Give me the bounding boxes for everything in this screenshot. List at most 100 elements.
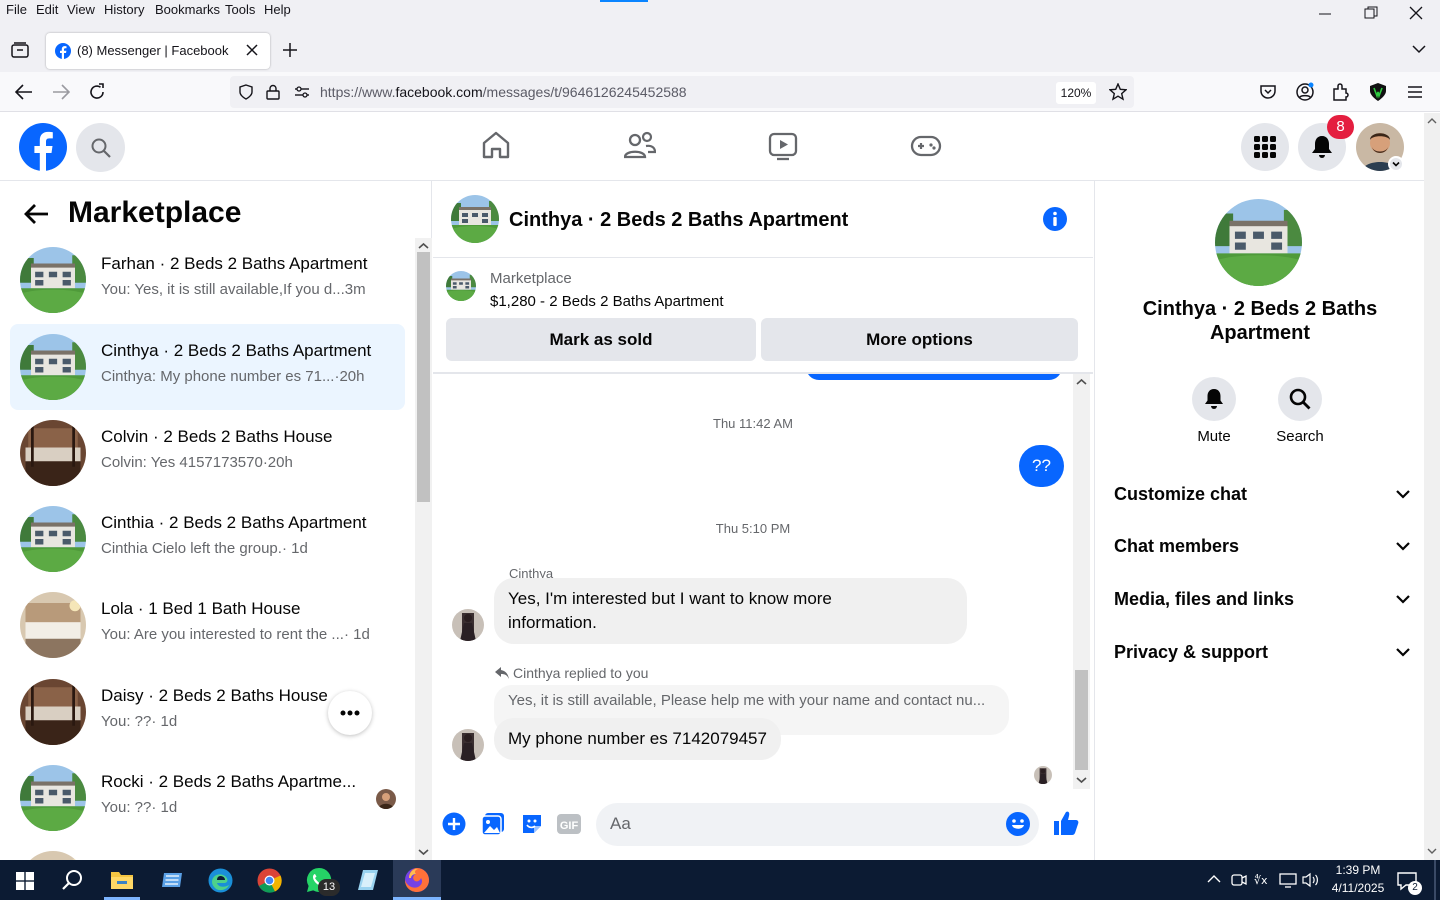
thread-scrollbar[interactable] — [1073, 374, 1090, 789]
account-icon[interactable] — [1295, 82, 1315, 102]
app-icon[interactable] — [357, 869, 379, 891]
show-desktop[interactable] — [1434, 860, 1436, 900]
minimize-icon[interactable] — [1318, 6, 1332, 20]
message-input[interactable]: Aa — [596, 803, 1039, 846]
chrome-icon[interactable] — [257, 868, 282, 893]
menu-history[interactable]: History — [104, 2, 144, 17]
conversation-item[interactable]: Cinthya · 2 Beds 2 Baths Apartment Cinthy… — [10, 324, 405, 410]
mark-as-sold-button[interactable]: Mark as sold — [446, 318, 756, 361]
video-icon[interactable] — [768, 131, 798, 161]
incoming-message[interactable]: My phone number es 7142079457 — [494, 718, 781, 760]
privacy-support-section[interactable]: Privacy & support — [1114, 642, 1410, 663]
url-bar[interactable]: https://www.facebook.com/messages/t/9646… — [230, 76, 1134, 108]
mute-button[interactable] — [1192, 377, 1236, 421]
new-tab-icon[interactable] — [282, 42, 298, 58]
taskbar-search-icon[interactable] — [61, 869, 83, 891]
hamburger-menu-icon[interactable] — [1407, 85, 1423, 99]
conversation-options-button[interactable] — [328, 691, 372, 735]
scroll-thumb[interactable] — [1075, 670, 1088, 770]
emoji-icon[interactable] — [1006, 812, 1030, 836]
scroll-thumb[interactable] — [417, 252, 430, 502]
whatsapp-badge: 13 — [318, 879, 340, 896]
more-actions-plus-icon[interactable] — [442, 812, 466, 836]
firefox-taskbar-button[interactable] — [393, 860, 441, 900]
file-explorer-icon[interactable] — [110, 869, 134, 891]
conversation-item[interactable]: Lola · 1 Bed 1 Bath House You: Are you in… — [10, 582, 405, 668]
incoming-message[interactable]: Yes, I'm interested but I want to know m… — [494, 578, 967, 644]
listing-thumbnail[interactable] — [446, 271, 476, 301]
volume-icon[interactable] — [1302, 872, 1320, 888]
menu-file[interactable]: File — [6, 2, 27, 17]
shield-extension-icon[interactable] — [1369, 82, 1387, 102]
chat-list-scrollbar[interactable] — [415, 238, 432, 860]
extensions-icon[interactable] — [1332, 82, 1350, 102]
chat-header-avatar[interactable] — [451, 195, 499, 243]
facebook-logo[interactable] — [19, 123, 67, 171]
network-icon[interactable] — [1279, 872, 1297, 888]
account-chevron-icon[interactable] — [1388, 156, 1404, 172]
listing-text[interactable]: $1,280 - 2 Beds 2 Baths Apartment — [490, 293, 723, 310]
conversation-snippet: Cinthia Cielo left the group.· 1d — [101, 540, 308, 557]
conversation-item[interactable]: Farhan · 2 Beds 2 Baths Apartment You: Ye… — [10, 237, 405, 323]
windows-start-icon[interactable] — [16, 872, 34, 890]
photo-icon[interactable] — [481, 812, 505, 836]
menu-bookmarks[interactable]: Bookmarks — [155, 2, 220, 17]
edge-icon[interactable] — [208, 868, 233, 893]
sticker-icon[interactable] — [520, 812, 544, 836]
reply-icon — [494, 666, 510, 680]
show-hidden-icons-chevron[interactable] — [1207, 874, 1221, 884]
sender-avatar[interactable] — [452, 609, 484, 641]
url-text[interactable]: https://www.facebook.com/messages/t/9646… — [320, 84, 687, 100]
lock-icon[interactable] — [266, 84, 280, 100]
clock-date[interactable]: 4/11/2025 — [1326, 881, 1390, 895]
friends-icon[interactable] — [624, 131, 656, 161]
details-avatar[interactable] — [1215, 199, 1302, 286]
page-scrollbar-lower[interactable] — [1424, 181, 1440, 860]
customize-chat-section[interactable]: Customize chat — [1114, 484, 1410, 505]
forward-icon[interactable] — [52, 84, 70, 100]
app-icon[interactable] — [160, 869, 184, 891]
search-in-chat-button[interactable] — [1278, 377, 1322, 421]
input-language-icon[interactable]: ∜x — [1254, 872, 1272, 888]
clock-time[interactable]: 1:39 PM — [1328, 863, 1388, 877]
restore-icon[interactable] — [1364, 6, 1378, 20]
menu-view[interactable]: View — [67, 2, 95, 17]
outgoing-message[interactable]: ?? — [1019, 445, 1064, 487]
close-window-icon[interactable] — [1409, 6, 1423, 20]
like-icon[interactable] — [1052, 809, 1080, 837]
more-options-button[interactable]: More options — [761, 318, 1078, 361]
menu-button[interactable] — [1241, 123, 1289, 171]
conversation-item[interactable]: Rocki · 2 Beds 2 Baths Apartme... You: ??… — [10, 755, 405, 841]
home-icon[interactable] — [481, 130, 511, 160]
gaming-icon[interactable] — [910, 133, 942, 159]
pocket-icon[interactable] — [1259, 83, 1277, 101]
info-icon[interactable] — [1042, 206, 1068, 232]
meet-now-icon[interactable] — [1231, 872, 1247, 888]
chat-title[interactable]: Cinthya · 2 Beds 2 Baths Apartment — [509, 209, 848, 232]
conversation-item[interactable]: Cinthia · 2 Beds 2 Baths Apartment Cinthi… — [10, 496, 405, 582]
permissions-icon[interactable] — [294, 85, 310, 99]
reload-icon[interactable] — [88, 83, 106, 101]
tab-overview-icon[interactable] — [11, 42, 29, 58]
zoom-level[interactable]: 120% — [1056, 82, 1096, 104]
shield-icon[interactable] — [238, 84, 254, 100]
menu-help[interactable]: Help — [264, 2, 291, 17]
gif-icon[interactable]: GIF — [556, 813, 582, 835]
menu-edit[interactable]: Edit — [36, 2, 58, 17]
sender-avatar[interactable] — [452, 729, 484, 761]
close-tab-icon[interactable] — [246, 44, 258, 56]
chat-panel: Cinthya · 2 Beds 2 Baths Apartment Marke… — [433, 181, 1093, 860]
list-tabs-chevron-icon[interactable] — [1412, 44, 1426, 54]
media-files-links-section[interactable]: Media, files and links — [1114, 589, 1410, 610]
back-arrow-icon[interactable] — [24, 203, 50, 225]
search-button[interactable] — [76, 123, 125, 172]
browser-tab-messenger[interactable]: (8) Messenger | Facebook — [46, 33, 270, 69]
conversation-item[interactable]: Colvin · 2 Beds 2 Baths House Colvin: Yes… — [10, 410, 405, 496]
menu-tools[interactable]: Tools — [225, 2, 255, 17]
back-icon[interactable] — [15, 84, 33, 100]
bookmark-star-icon[interactable] — [1109, 83, 1127, 101]
conversation-item-partial[interactable] — [10, 841, 405, 860]
chat-members-section[interactable]: Chat members — [1114, 536, 1410, 557]
snippet-time: 3m — [344, 281, 366, 298]
conversation-snippet: You: ??· 1d — [101, 799, 177, 816]
